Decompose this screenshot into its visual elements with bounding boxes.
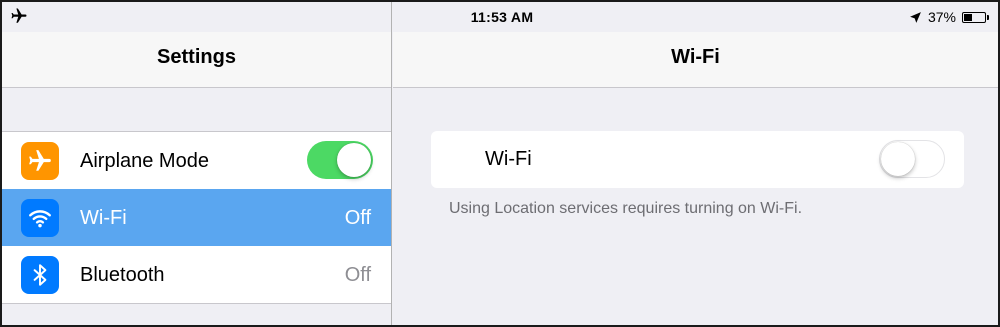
bluetooth-label: Bluetooth <box>80 264 165 286</box>
wifi-toggle-label: Wi-Fi <box>485 148 532 170</box>
location-arrow-icon <box>910 11 921 23</box>
battery-fill <box>964 13 973 21</box>
settings-row-wifi[interactable]: Wi-Fi Off <box>2 189 391 246</box>
bluetooth-icon <box>21 256 59 294</box>
airplane-mode-toggle[interactable] <box>307 141 373 179</box>
wifi-label: Wi-Fi <box>80 207 127 229</box>
airplane-icon <box>21 142 59 180</box>
settings-master-pane: Settings Airplane Mode Wi-Fi Off Bluetoo… <box>2 2 392 325</box>
battery-icon <box>962 11 989 23</box>
toggle-knob <box>881 142 915 176</box>
wifi-toggle[interactable] <box>879 140 945 178</box>
time-text: 11:53 AM <box>470 9 534 25</box>
status-time: 11:53 AM <box>2 9 998 25</box>
wifi-page-title: Wi-Fi <box>671 46 720 68</box>
wifi-toggle-card: Wi-Fi <box>431 131 964 188</box>
status-bar: 11:53 AM 37% <box>2 2 998 32</box>
settings-row-bluetooth[interactable]: Bluetooth Off <box>2 246 391 303</box>
airplane-mode-label: Airplane Mode <box>80 150 209 172</box>
battery-percent: 37% <box>927 9 956 25</box>
settings-title: Settings <box>157 46 236 68</box>
wifi-location-footnote: Using Location services requires turning… <box>449 200 803 217</box>
settings-nav-bar: Settings <box>2 32 391 88</box>
bluetooth-status-value: Off <box>344 264 371 286</box>
ipad-screen: Settings Airplane Mode Wi-Fi Off Bluetoo… <box>0 0 1000 327</box>
toggle-knob <box>337 143 371 177</box>
wifi-status-value: Off <box>344 207 371 229</box>
wifi-detail-pane: Wi-Fi Wi-Fi Using Location services requ… <box>393 2 998 325</box>
wifi-icon <box>21 199 59 237</box>
wifi-nav-bar: Wi-Fi <box>393 32 998 88</box>
status-right: 37% <box>909 9 989 25</box>
settings-row-airplane-mode[interactable]: Airplane Mode <box>2 132 391 189</box>
settings-group: Airplane Mode Wi-Fi Off Bluetooth Off <box>2 131 391 304</box>
